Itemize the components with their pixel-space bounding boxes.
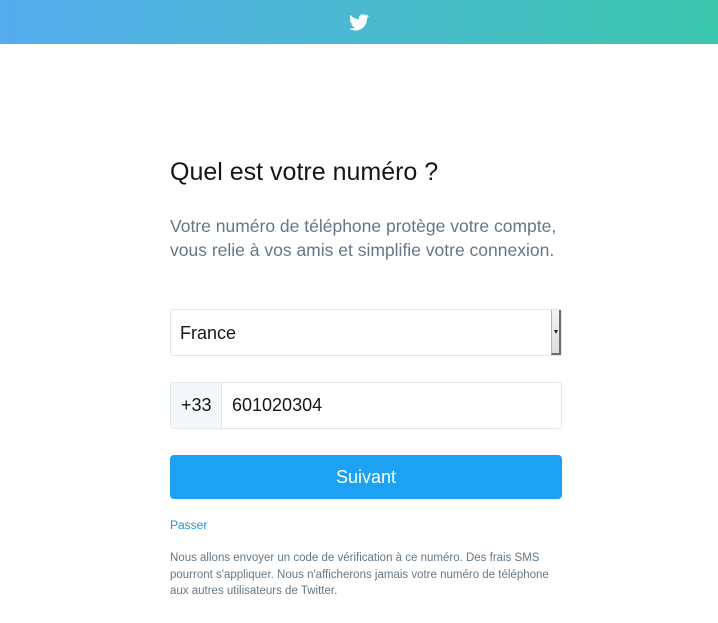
phone-number-group: +33 <box>170 382 562 429</box>
sms-disclaimer: Nous allons envoyer un code de vérificat… <box>170 552 549 597</box>
page-title: Quel est votre numéro ? <box>170 158 439 186</box>
page-subtitle: Votre numéro de téléphone protège votre … <box>170 216 557 260</box>
country-select[interactable]: France <box>170 309 562 356</box>
chevron-down-icon[interactable] <box>551 310 561 355</box>
next-button[interactable]: Suivant <box>170 455 562 499</box>
country-code-prefix: +33 <box>171 383 222 428</box>
country-select-value: France <box>180 323 237 343</box>
phone-number-input[interactable] <box>222 383 561 428</box>
skip-link[interactable]: Passer <box>170 518 207 532</box>
top-banner <box>0 0 718 44</box>
twitter-bird-icon <box>349 13 369 31</box>
